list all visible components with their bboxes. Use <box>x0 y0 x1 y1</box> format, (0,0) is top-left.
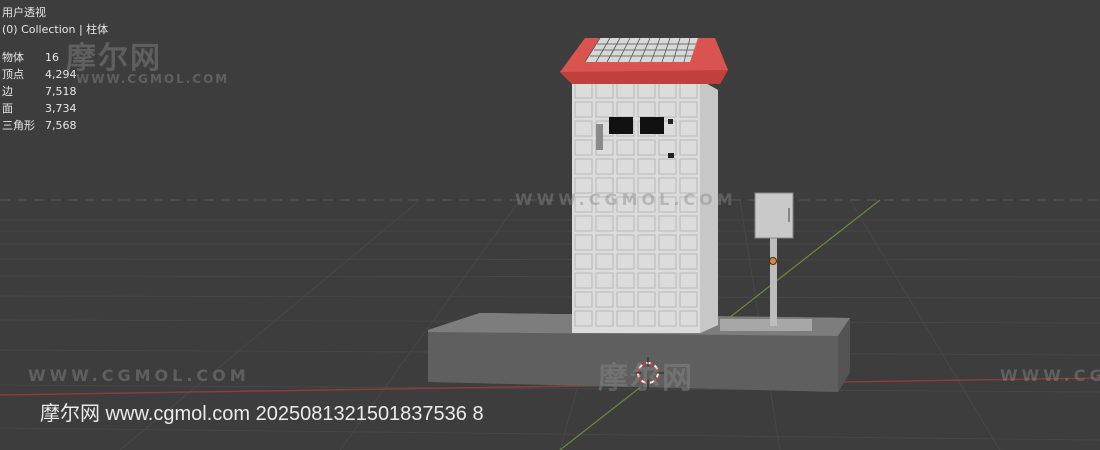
watermark-url: WWW.CGMOL.COM <box>515 190 737 209</box>
watermark-url: WWW.CGMOL.COM <box>28 366 250 385</box>
stat-label: 边 <box>2 85 13 98</box>
stat-value: 16 <box>45 51 59 64</box>
watermark-url: WWW.CGMOL.COM <box>1000 366 1100 385</box>
watermark-cn: 摩尔网 <box>66 41 162 76</box>
stat-value: 3,734 <box>45 102 77 115</box>
stat-label: 面 <box>2 102 13 115</box>
stat-label: 三角形 <box>2 119 35 132</box>
pole <box>770 238 777 326</box>
control-box <box>754 192 794 239</box>
stat-row-triangles: 三角形 7,568 <box>2 117 77 134</box>
footer-watermark-text: 摩尔网 www.cgmol.com 2025081321501837536 8 <box>40 403 484 425</box>
stat-value: 7,568 <box>45 119 77 132</box>
watermark-url: WWW.CGMOL.COM <box>76 72 230 86</box>
pole-base-plate <box>720 319 812 331</box>
stat-row-faces: 面 3,734 <box>2 100 77 117</box>
3d-viewport[interactable]: 用户透视 (0) Collection | 柱体 物体 16 顶点 4,294 … <box>0 0 1100 450</box>
stat-label: 顶点 <box>2 68 24 81</box>
view-mode-title: 用户透视 <box>2 6 46 19</box>
stat-row-edges: 边 7,518 <box>2 83 77 100</box>
watermark-cn: 摩尔网 <box>598 361 694 396</box>
stat-value: 7,518 <box>45 85 77 98</box>
stat-label: 物体 <box>2 51 24 64</box>
origin-point <box>769 257 777 265</box>
